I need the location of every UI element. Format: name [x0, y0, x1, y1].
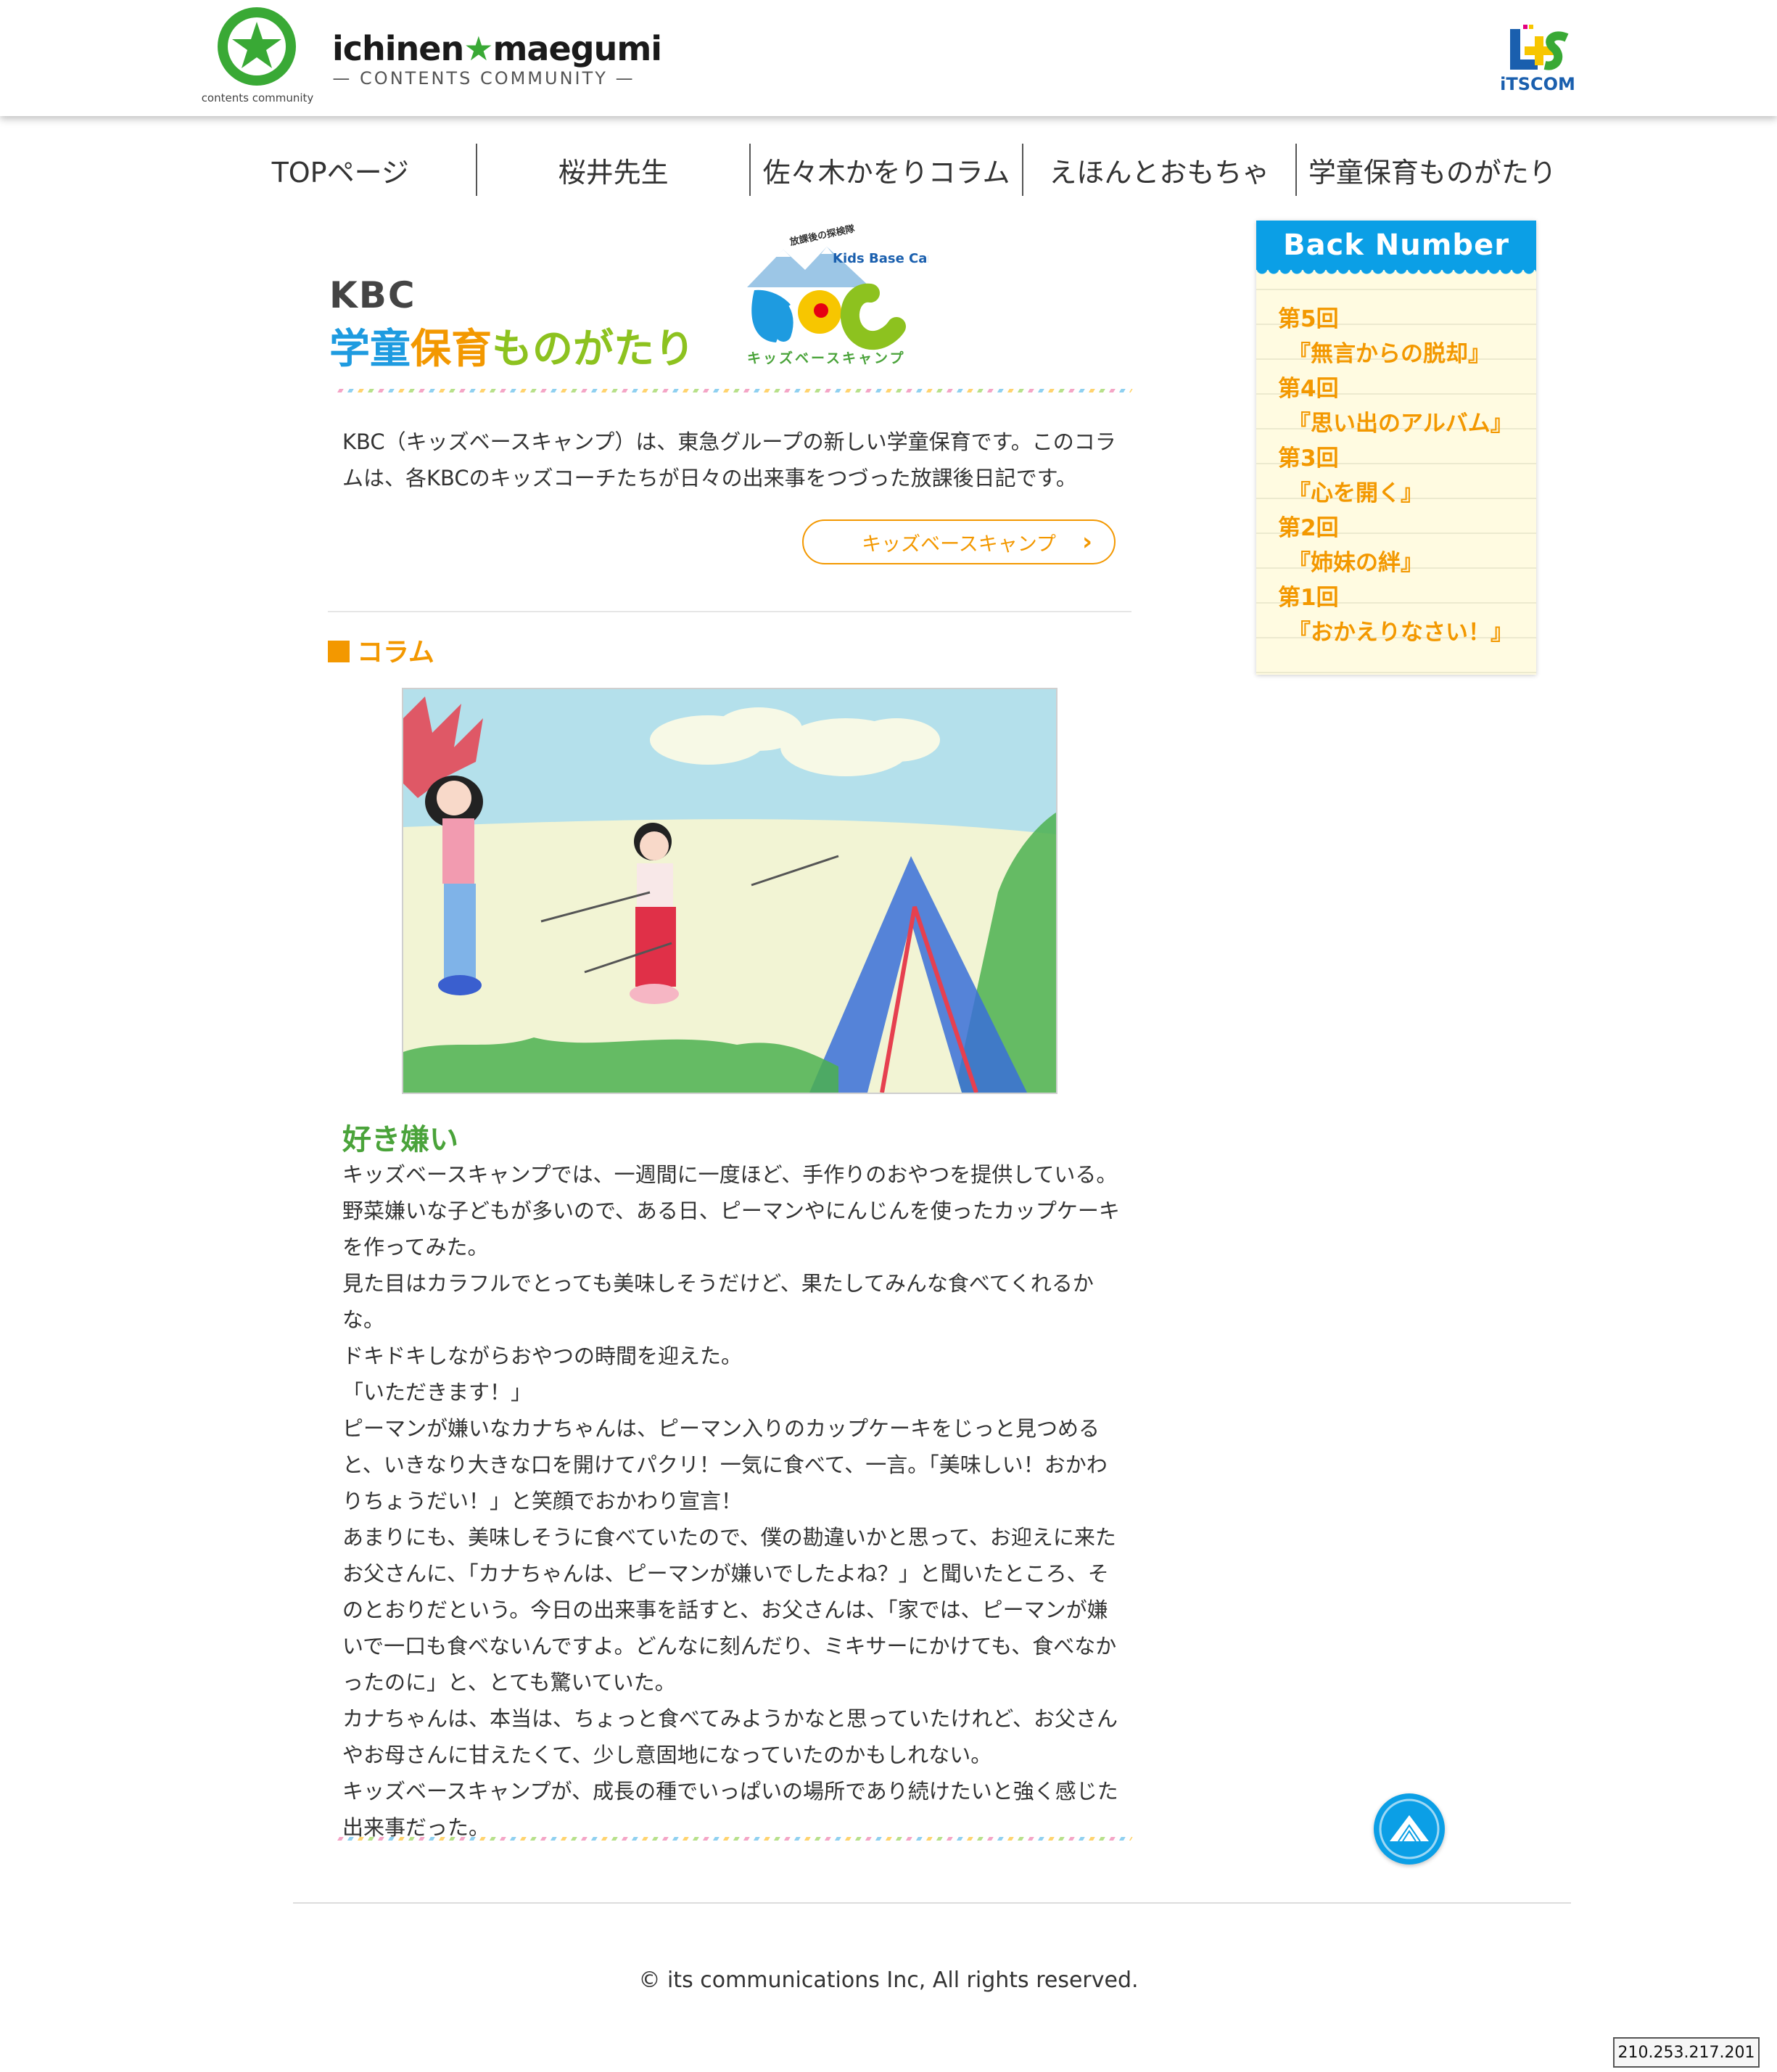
site-header: contents community ichinen★maegumi — CON…: [0, 0, 1777, 116]
child-drawing-image: [402, 688, 1057, 1094]
kids-base-camp-link-label: キッズベースキャンプ: [862, 533, 1056, 556]
kbc-logo-kana-text: キッズベースキャンプ: [747, 350, 905, 366]
itscom-wordmark: iTSCOM: [1500, 74, 1575, 94]
intro-text: KBC（キッズベースキャンプ）は、東急グループの新しい学童保育です。このコラムは…: [342, 429, 1116, 490]
article-paragraph: キッズベースキャンプが、成長の種でいっぱいの場所であり続けたいと強く感じた出来事…: [342, 1779, 1118, 1840]
article-paragraph: ドキドキしながらおやつの時間を迎えた。: [342, 1344, 743, 1368]
page-title-part: 学童: [329, 326, 411, 373]
brand-tagline: — CONTENTS COMMUNITY —: [332, 68, 635, 89]
decorative-dot-divider: [331, 1837, 1133, 1851]
article-paragraph: キッズベースキャンプでは、一週間に一度ほど、手作りのおやつを提供している。: [342, 1162, 1118, 1187]
column-section-heading: コラム: [328, 631, 434, 669]
orange-square-icon: [328, 641, 350, 662]
itscom-mark-icon: [1510, 25, 1569, 70]
article-paragraph: 見た目はカラフルでとっても美味しそうだけど、果たしてみんな食べてくれるかな。: [342, 1271, 1094, 1332]
back-number-item[interactable]: 第1回 『おかえりなさい！』: [1278, 580, 1525, 650]
back-number-list: 第5回 『無言からの脱却』 第4回 『思い出のアルバム』 第3回 『心を開く』 …: [1278, 302, 1525, 650]
mountain-up-icon: [1379, 1798, 1440, 1859]
article-paragraph: 「いただきます！」: [342, 1380, 532, 1405]
page-title-part: ものがたり: [492, 326, 695, 373]
back-number-episode: 第1回: [1278, 585, 1339, 611]
brand-name-left: ichinen: [332, 29, 464, 68]
back-number-episode: 第3回: [1278, 445, 1339, 472]
nav-item-gakudo-monogatari[interactable]: 学童保育ものがたり: [1295, 144, 1568, 196]
back-number-episode: 第2回: [1278, 515, 1339, 541]
article-paragraph: あまりにも、美味しそうに食べていたので、僕の勘違いかと思って、お迎えに来たお父さ…: [342, 1525, 1117, 1695]
back-number-panel: Back Number 第5回 『無言からの脱却』 第4回 『思い出のアルバム』…: [1256, 221, 1536, 675]
decorative-dot-divider: [331, 389, 1133, 403]
article-paragraph: 野菜嫌いな子どもが多いので、ある日、ピーマンやにんじんを使ったカップケーキを作っ…: [342, 1199, 1120, 1259]
main-nav: TOPページ 桜井先生 佐々木かをりコラム えほんとおもちゃ 学童保育ものがたり: [205, 144, 1568, 196]
section-divider: [328, 611, 1131, 612]
kids-base-camp-link-button[interactable]: キッズベースキャンプ ›: [802, 519, 1116, 564]
article-paragraph: カナちゃんは、本当は、ちょっと食べてみようかなと思っていたけれど、お父さんやお母…: [342, 1706, 1118, 1767]
chevron-right-icon: ›: [1081, 527, 1092, 556]
kids-base-camp-logo[interactable]: 放課後の探検隊 Kids Base Camp キッズベースキャンプ: [733, 218, 928, 370]
page-title: 学童保育ものがたり: [329, 316, 695, 375]
logo-caption: contents community: [201, 91, 314, 104]
back-number-title: 『心を開く』: [1288, 480, 1423, 506]
back-number-episode: 第5回: [1278, 306, 1339, 332]
page-top-button[interactable]: [1374, 1793, 1445, 1865]
star-separator-icon: ★: [463, 29, 493, 68]
back-number-header: Back Number: [1256, 221, 1536, 279]
back-number-item[interactable]: 第3回 『心を開く』: [1278, 441, 1525, 511]
nav-item-ehon-omocha[interactable]: えほんとおもちゃ: [1022, 144, 1295, 196]
back-number-title: 『おかえりなさい！』: [1288, 620, 1513, 646]
copyright-text: © its communications Inc, All rights res…: [638, 1968, 1139, 1993]
nav-item-top[interactable]: TOPページ: [205, 144, 476, 196]
back-number-title: 『無言からの脱却』: [1288, 341, 1491, 367]
brand-name-right: maegumi: [492, 29, 663, 68]
back-number-item[interactable]: 第5回 『無言からの脱却』: [1278, 302, 1525, 371]
article-title: 好き嫌い: [342, 1123, 458, 1156]
kbc-logo-arc-text: 放課後の探検隊: [788, 223, 857, 248]
article-body: キッズベースキャンプでは、一週間に一度ほど、手作りのおやつを提供している。 野菜…: [342, 1156, 1126, 1846]
back-number-title: 『姉妹の絆』: [1288, 550, 1423, 576]
article-paragraph: ピーマンが嫌いなカナちゃんは、ピーマン入りのカップケーキをじっと見つめると、いき…: [342, 1416, 1108, 1513]
page-title-part: 保育: [411, 326, 492, 373]
itscom-logo[interactable]: iTSCOM: [1494, 25, 1581, 97]
nav-item-sakurai[interactable]: 桜井先生: [476, 144, 749, 196]
back-number-item[interactable]: 第2回 『姉妹の絆』: [1278, 511, 1525, 580]
column-heading-label: コラム: [357, 638, 434, 667]
footer-divider: [293, 1902, 1571, 1904]
brand-name[interactable]: ichinen★maegumi: [332, 29, 663, 68]
star-logo-icon[interactable]: [218, 7, 296, 86]
back-number-episode: 第4回: [1278, 376, 1339, 402]
back-number-title: 『思い出のアルバム』: [1288, 411, 1513, 437]
page-title-kbc: KBC: [329, 274, 416, 316]
nav-item-sasaki-column[interactable]: 佐々木かをりコラム: [749, 144, 1022, 196]
ip-address-badge: 210.253.217.201: [1613, 2037, 1760, 2068]
kbc-logo-camp-text: Kids Base Camp: [833, 251, 928, 266]
back-number-item[interactable]: 第4回 『思い出のアルバム』: [1278, 371, 1525, 441]
